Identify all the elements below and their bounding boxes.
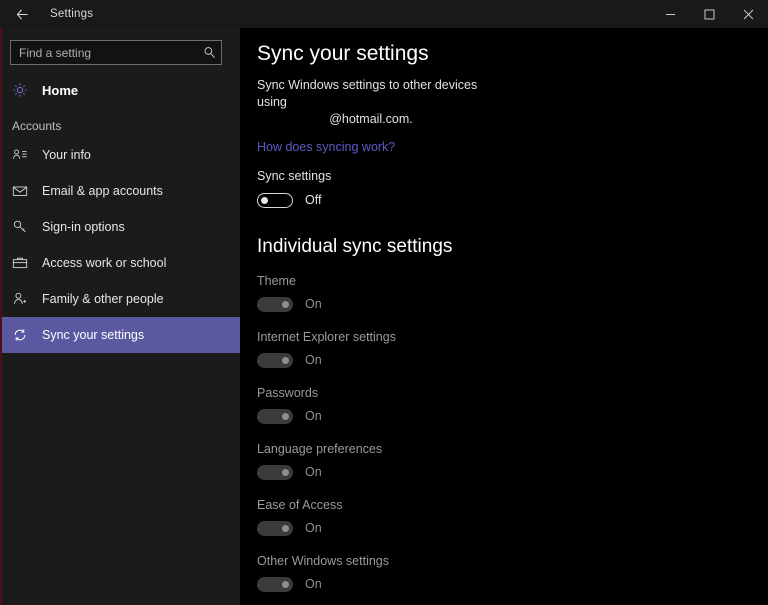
sync-item-other-windows-settings: Other Windows settings On <box>240 554 768 594</box>
sync-item-internet-explorer-settings: Internet Explorer settings On <box>240 330 768 370</box>
maximize-button[interactable] <box>690 0 729 28</box>
close-icon <box>743 9 754 20</box>
sync-item-state: On <box>293 297 322 311</box>
content-pane: Sync your settings Sync Windows settings… <box>240 28 768 605</box>
sidebar-item-label: Email & app accounts <box>38 184 163 198</box>
close-button[interactable] <box>729 0 768 28</box>
toggle-knob <box>282 413 289 420</box>
sync-item-state: On <box>293 465 322 479</box>
sidebar-item-email-app-accounts[interactable]: Email & app accounts <box>2 173 240 209</box>
person-info-icon <box>12 147 38 163</box>
sidebar-item-your-info[interactable]: Your info <box>2 137 240 173</box>
sidebar-item-label: Your info <box>38 148 91 162</box>
sync-item-language-preferences: Language preferences On <box>240 442 768 482</box>
sync-settings-toggle-row[interactable]: Off <box>257 190 768 210</box>
key-icon <box>12 219 38 235</box>
sync-item-state: On <box>293 409 322 423</box>
toggle-knob <box>282 357 289 364</box>
sync-item-state: On <box>293 577 322 591</box>
sync-item-toggle-row[interactable]: On <box>257 350 768 370</box>
how-does-syncing-work-link[interactable]: How does syncing work? <box>257 140 395 154</box>
sync-item-state: On <box>293 521 322 535</box>
sync-icon <box>12 327 38 343</box>
sync-item-label: Passwords <box>257 386 768 400</box>
sidebar-item-label: Access work or school <box>38 256 166 270</box>
sidebar-item-label: Sync your settings <box>38 328 144 342</box>
sync-settings-state: Off <box>293 193 321 207</box>
toggle-knob <box>282 301 289 308</box>
minimize-icon <box>665 9 676 20</box>
sidebar: Home Accounts Your info <box>2 28 240 605</box>
sync-item-state: On <box>293 353 322 367</box>
toggle-knob <box>261 197 268 204</box>
envelope-icon <box>12 183 38 199</box>
sync-item-toggle-row[interactable]: On <box>257 406 768 426</box>
search-box[interactable] <box>10 40 222 65</box>
sync-item-label: Theme <box>257 274 768 288</box>
sidebar-item-family-other-people[interactable]: Family & other people <box>2 281 240 317</box>
sync-item-passwords: Passwords On <box>240 386 768 426</box>
sync-item-toggle[interactable] <box>257 521 293 536</box>
settings-window: Settings <box>0 0 768 605</box>
sync-item-label: Other Windows settings <box>257 554 768 568</box>
sidebar-item-label: Sign-in options <box>38 220 125 234</box>
minimize-button[interactable] <box>651 0 690 28</box>
gear-icon <box>12 82 38 98</box>
sync-item-toggle-row[interactable]: On <box>257 518 768 538</box>
title-bar: Settings <box>0 0 768 28</box>
window-controls <box>651 0 768 28</box>
sidebar-item-home[interactable]: Home <box>2 75 240 105</box>
search-icon[interactable] <box>197 41 221 64</box>
sync-item-label: Internet Explorer settings <box>257 330 768 344</box>
toggle-knob <box>282 469 289 476</box>
maximize-icon <box>704 9 715 20</box>
sidebar-item-sign-in-options[interactable]: Sign-in options <box>2 209 240 245</box>
page-description-line1: Sync Windows settings to other devices u… <box>257 78 477 109</box>
sync-item-toggle-row[interactable]: On <box>257 294 768 314</box>
sync-item-toggle[interactable] <box>257 465 293 480</box>
briefcase-icon <box>12 255 38 271</box>
app-title: Settings <box>44 8 93 20</box>
sync-item-toggle[interactable] <box>257 409 293 424</box>
sync-item-theme: Theme On <box>240 274 768 314</box>
search-input[interactable] <box>11 41 197 64</box>
sync-item-toggle[interactable] <box>257 353 293 368</box>
sync-item-toggle[interactable] <box>257 297 293 312</box>
page-title: Sync your settings <box>240 28 768 66</box>
sync-item-label: Language preferences <box>257 442 768 456</box>
back-button[interactable] <box>0 0 44 28</box>
sidebar-item-sync-your-settings[interactable]: Sync your settings <box>2 317 240 353</box>
toggle-knob <box>282 525 289 532</box>
back-arrow-icon <box>15 7 30 22</box>
sidebar-item-label: Family & other people <box>38 292 164 306</box>
page-description-line2: @hotmail.com. <box>257 111 485 128</box>
sync-item-ease-of-access: Ease of Access On <box>240 498 768 538</box>
sidebar-item-access-work-or-school[interactable]: Access work or school <box>2 245 240 281</box>
sync-item-label: Ease of Access <box>257 498 768 512</box>
sync-settings-toggle[interactable] <box>257 193 293 208</box>
sync-item-toggle-row[interactable]: On <box>257 462 768 482</box>
person-add-icon <box>12 291 38 307</box>
section-title-individual-sync: Individual sync settings <box>257 236 768 258</box>
sidebar-group-label: Accounts <box>2 119 240 133</box>
sync-settings-label: Sync settings <box>257 169 768 183</box>
toggle-knob <box>282 581 289 588</box>
sidebar-item-home-label: Home <box>38 83 78 98</box>
sync-item-toggle-row[interactable]: On <box>257 574 768 594</box>
page-description: Sync Windows settings to other devices u… <box>257 77 485 128</box>
sync-item-toggle[interactable] <box>257 577 293 592</box>
